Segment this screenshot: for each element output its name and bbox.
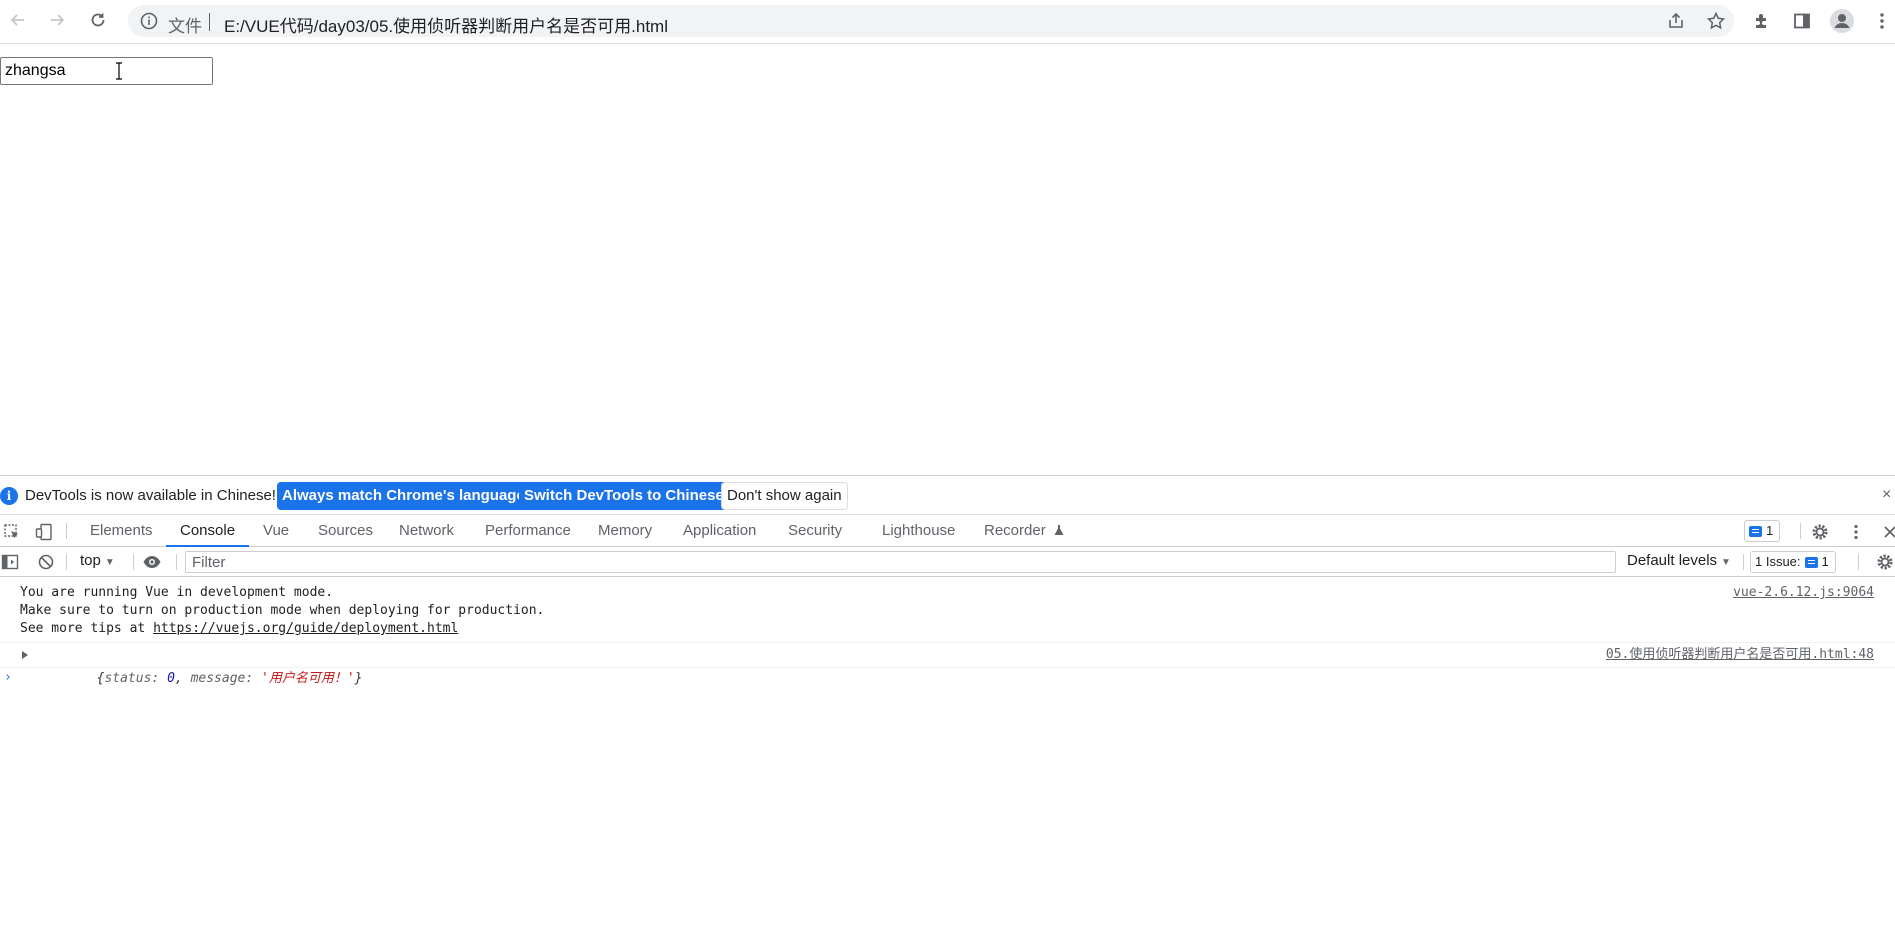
clear-console-icon[interactable] (36, 552, 56, 572)
language-infobar: i DevTools is now available in Chinese! … (0, 476, 1895, 515)
security-label: 文件 (168, 17, 202, 36)
profile-avatar-icon[interactable] (1829, 8, 1855, 34)
console-prompt-row[interactable]: › (0, 668, 1895, 692)
issues-counter-button[interactable]: 1 (1744, 520, 1781, 542)
tab-memory[interactable]: Memory (598, 515, 652, 547)
issues-filter-count: 1 (1821, 554, 1829, 569)
filterbar-divider (176, 554, 177, 570)
close-devtools-icon[interactable] (1880, 522, 1895, 542)
console-message-line: Make sure to turn on production mode whe… (20, 603, 545, 618)
console-settings-gear-icon[interactable] (1875, 552, 1895, 572)
address-bar[interactable]: 文件 E:/VUE代码/day03/05.使用侦听器判断用户名是否可用.html (128, 5, 1734, 37)
tab-recorder[interactable]: Recorder (984, 515, 1065, 547)
log-levels-dropdown[interactable]: Default levels ▼ (1627, 552, 1731, 569)
site-info-icon[interactable] (139, 11, 159, 36)
context-selector-value: top (80, 552, 101, 569)
back-arrow-icon (10, 14, 24, 26)
dropdown-arrow-icon: ▼ (104, 557, 115, 568)
switch-to-chinese-button[interactable]: Switch DevTools to Chinese (519, 482, 729, 510)
console-prompt-icon: › (4, 670, 12, 685)
show-sidebar-icon[interactable] (0, 552, 20, 572)
filterbar-divider (66, 554, 67, 570)
console-message-line: See more tips at https://vuejs.org/guide… (0, 620, 1895, 638)
back-button[interactable] (6, 8, 30, 32)
reload-button[interactable] (86, 8, 110, 32)
console-filterbar: top▼ Default levels▼ 1 Issue: 1 (0, 547, 1895, 577)
infobar-text: DevTools is now available in Chinese! (25, 487, 276, 504)
flask-icon (1054, 525, 1064, 535)
share-icon[interactable] (1666, 11, 1686, 36)
log-levels-value: Default levels (1627, 552, 1718, 569)
browser-toolbar: 文件 E:/VUE代码/day03/05.使用侦听器判断用户名是否可用.html (0, 0, 1895, 44)
console-text: See more tips at (20, 621, 154, 636)
device-toolbar-icon[interactable] (34, 522, 54, 542)
console-source-link[interactable]: vue-2.6.12.js:9064 (1733, 584, 1874, 602)
console-message: You are running Vue in development mode.… (0, 578, 1895, 643)
context-selector[interactable]: top ▼ (80, 552, 115, 569)
always-match-language-button[interactable]: Always match Chrome's language (277, 482, 530, 510)
tab-application[interactable]: Application (683, 515, 756, 547)
tab-recorder-label: Recorder (984, 522, 1046, 539)
username-input[interactable] (0, 57, 213, 85)
tab-security[interactable]: Security (788, 515, 842, 547)
console-message: {status: 0, message: '用户名可用！'} 05.使用侦听器判… (0, 643, 1895, 686)
issues-label: 1 Issue: (1755, 554, 1801, 569)
expand-triangle-icon[interactable] (22, 651, 28, 659)
tab-performance[interactable]: Performance (485, 515, 571, 547)
page-viewport (0, 45, 1895, 475)
issues-filter-button[interactable]: 1 Issue: 1 (1750, 551, 1836, 573)
infobar-close-icon[interactable]: × (1882, 486, 1891, 504)
bookmark-star-icon[interactable] (1706, 11, 1726, 36)
filterbar-divider (133, 554, 134, 570)
url-text[interactable]: E:/VUE代码/day03/05.使用侦听器判断用户名是否可用.html (224, 12, 668, 37)
tab-lighthouse[interactable]: Lighthouse (882, 515, 955, 547)
tab-sources[interactable]: Sources (318, 515, 373, 547)
info-icon: i (0, 487, 18, 505)
omnibox-divider (209, 13, 210, 31)
console-message-line: You are running Vue in development mode. (20, 585, 334, 600)
tab-vue[interactable]: Vue (263, 515, 289, 547)
message-icon (1804, 556, 1818, 568)
devtools-panel: i DevTools is now available in Chinese! … (0, 475, 1895, 939)
dont-show-again-button[interactable]: Don't show again (721, 482, 848, 510)
live-expression-eye-icon[interactable] (142, 552, 162, 572)
tab-console[interactable]: Console (166, 515, 250, 547)
deployment-guide-link[interactable]: https://vuejs.org/guide/deployment.html (153, 621, 458, 636)
console-filter-input[interactable] (185, 551, 1616, 573)
tab-network[interactable]: Network (399, 515, 454, 547)
console-source-link[interactable]: 05.使用侦听器判断用户名是否可用.html:48 (1606, 646, 1874, 664)
side-panel-icon[interactable] (1789, 8, 1815, 34)
issues-counter-value: 1 (1766, 523, 1774, 538)
devtools-menu-icon[interactable] (1846, 522, 1866, 542)
forward-button[interactable] (45, 8, 69, 32)
inspect-element-icon[interactable] (2, 522, 22, 542)
text-cursor-icon (116, 62, 122, 80)
forward-arrow-icon (51, 14, 65, 26)
reload-icon (91, 13, 105, 27)
extensions-icon[interactable] (1749, 8, 1775, 34)
chrome-menu-icon[interactable] (1869, 8, 1895, 34)
filterbar-divider (1743, 554, 1744, 570)
settings-gear-icon[interactable] (1810, 522, 1830, 542)
console-messages: You are running Vue in development mode.… (0, 578, 1895, 692)
tab-elements[interactable]: Elements (90, 515, 153, 547)
dropdown-arrow-icon: ▼ (1721, 557, 1731, 568)
filterbar-divider (1858, 554, 1859, 570)
tabbar-divider (1800, 523, 1801, 539)
message-icon (1749, 525, 1762, 537)
devtools-tabbar: Elements Console Vue Sources Network Per… (0, 515, 1895, 547)
tabbar-divider (66, 523, 67, 539)
